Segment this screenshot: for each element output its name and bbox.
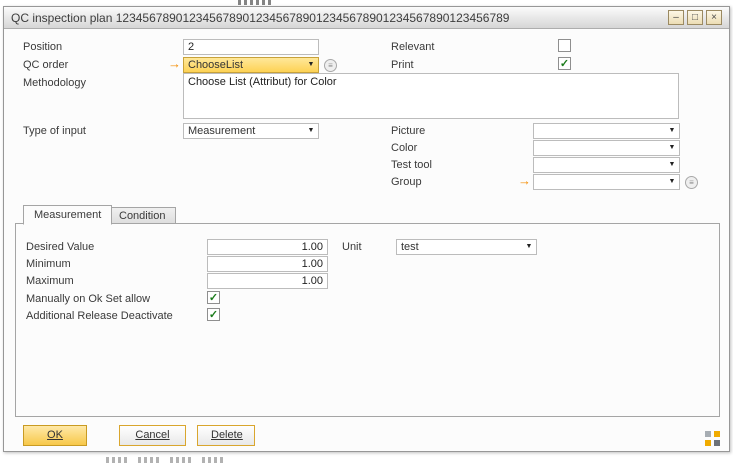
additional-release-label: Additional Release Deactivate	[26, 310, 173, 323]
print-label: Print	[391, 59, 414, 72]
window-title: QC inspection plan 123456789012345678901…	[11, 11, 509, 25]
print-checkbox[interactable]: ✓	[558, 57, 571, 70]
manually-ok-checkbox[interactable]: ✓	[207, 291, 220, 304]
methodology-input[interactable]: Choose List (Attribut) for Color	[183, 73, 679, 119]
choose-list-icon[interactable]: ≡	[685, 176, 698, 189]
manually-ok-label: Manually on Ok Set allow	[26, 293, 150, 306]
chevron-down-icon: ▼	[304, 124, 318, 138]
chevron-down-icon: ▼	[665, 175, 679, 189]
background-fragment-top	[238, 0, 274, 5]
qc-order-combo[interactable]: ChooseList ▼	[183, 57, 319, 73]
form-settings-grid-icon[interactable]	[705, 431, 720, 446]
cancel-button[interactable]: Cancel	[119, 425, 186, 446]
ok-button[interactable]: OK	[23, 425, 87, 446]
group-combo[interactable]: ▼	[533, 174, 680, 190]
minimum-input[interactable]	[207, 256, 328, 272]
desired-value-input[interactable]	[207, 239, 328, 255]
qc-inspection-plan-dialog: QC inspection plan 123456789012345678901…	[3, 6, 730, 452]
chevron-down-icon: ▼	[665, 158, 679, 172]
unit-label: Unit	[342, 241, 362, 254]
choose-list-icon[interactable]: ≡	[324, 59, 337, 72]
test-tool-combo[interactable]: ▼	[533, 157, 680, 173]
measurement-tab-panel: Desired Value Unit test ▼ Minimum Maximu…	[15, 223, 720, 417]
background-fragment-bottom-1	[106, 457, 128, 463]
desired-value-label: Desired Value	[26, 241, 94, 254]
position-input[interactable]	[183, 39, 319, 55]
maximum-label: Maximum	[26, 275, 74, 288]
relevant-label: Relevant	[391, 41, 434, 54]
link-arrow-icon[interactable]: →	[518, 175, 532, 188]
type-of-input-value: Measurement	[188, 125, 304, 137]
title-bar[interactable]: QC inspection plan 123456789012345678901…	[4, 7, 729, 29]
relevant-checkbox[interactable]	[558, 39, 571, 52]
color-combo[interactable]: ▼	[533, 140, 680, 156]
chevron-down-icon: ▼	[304, 58, 318, 72]
background-fragment-bottom-3	[170, 457, 192, 463]
close-icon[interactable]: ×	[706, 10, 722, 25]
picture-label: Picture	[391, 125, 425, 138]
type-of-input-label: Type of input	[23, 125, 86, 138]
delete-button[interactable]: Delete	[197, 425, 255, 446]
background-fragment-bottom-2	[138, 457, 160, 463]
group-label: Group	[391, 176, 422, 189]
additional-release-checkbox[interactable]: ✓	[207, 308, 220, 321]
window-controls: – □ ×	[668, 10, 722, 25]
chevron-down-icon: ▼	[665, 124, 679, 138]
methodology-label: Methodology	[23, 77, 86, 90]
unit-value: test	[401, 241, 522, 253]
chevron-down-icon: ▼	[522, 240, 536, 254]
qc-order-label: QC order	[23, 59, 68, 72]
link-arrow-icon[interactable]: →	[168, 58, 182, 71]
unit-combo[interactable]: test ▼	[396, 239, 537, 255]
minimum-label: Minimum	[26, 258, 71, 271]
qc-order-value: ChooseList	[188, 59, 304, 71]
picture-combo[interactable]: ▼	[533, 123, 680, 139]
minimize-icon[interactable]: –	[668, 10, 684, 25]
maximize-icon[interactable]: □	[687, 10, 703, 25]
position-label: Position	[23, 41, 62, 54]
maximum-input[interactable]	[207, 273, 328, 289]
tab-measurement[interactable]: Measurement	[23, 205, 112, 225]
type-of-input-combo[interactable]: Measurement ▼	[183, 123, 319, 139]
background-fragment-bottom-4	[202, 457, 224, 463]
chevron-down-icon: ▼	[665, 141, 679, 155]
color-label: Color	[391, 142, 417, 155]
test-tool-label: Test tool	[391, 159, 432, 172]
